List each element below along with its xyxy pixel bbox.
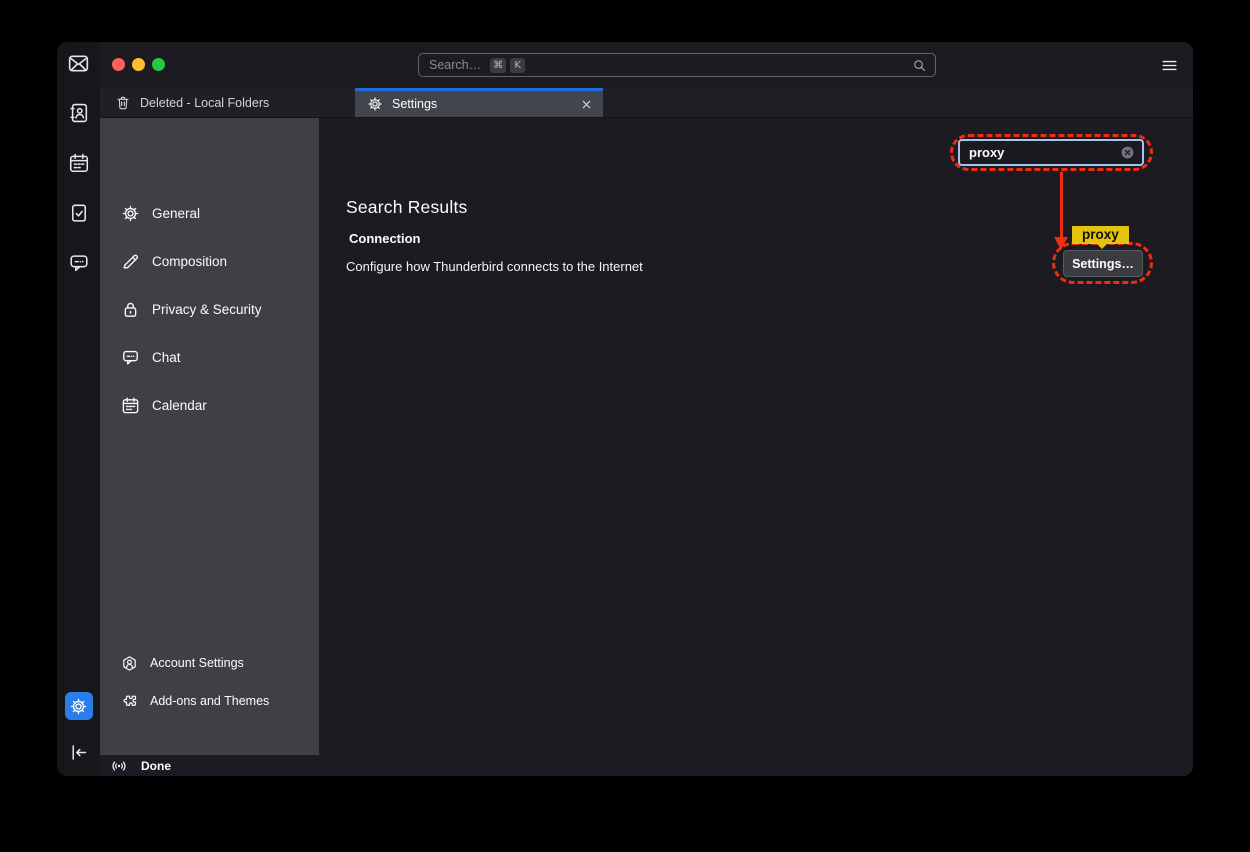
status-bar: Done: [100, 755, 1193, 776]
zoom-window-button[interactable]: [152, 58, 165, 71]
annotation-proxy-label: proxy: [1072, 226, 1129, 244]
sidebar-item-label: Composition: [152, 254, 227, 269]
mail-space-button[interactable]: [65, 49, 93, 77]
command-key-badge: ⌘: [490, 58, 506, 73]
hamburger-menu-icon: [1160, 56, 1179, 75]
settings-space-button[interactable]: [65, 692, 93, 720]
status-text: Done: [141, 759, 171, 773]
sidebar-item-privacy-security[interactable]: Privacy & Security: [100, 285, 319, 333]
sidebar-item-label: Account Settings: [150, 656, 244, 670]
sidebar-item-label: General: [152, 206, 200, 221]
sidebar-item-calendar[interactable]: Calendar: [100, 381, 319, 429]
search-icon: [912, 58, 927, 73]
sidebar-item-general[interactable]: General: [100, 189, 319, 237]
sidebar-spacer: [100, 429, 319, 644]
collapse-spaces-button[interactable]: [65, 738, 93, 766]
lock-icon: [121, 300, 140, 319]
titlebar: Search… ⌘ K: [100, 42, 1193, 88]
shortcut-keys: ⌘ K: [490, 58, 525, 73]
settings-sidebar: General Composition Privacy & Security C…: [100, 118, 319, 755]
k-key-badge: K: [510, 58, 525, 73]
sidebar-item-label: Privacy & Security: [152, 302, 262, 317]
minimize-window-button[interactable]: [132, 58, 145, 71]
chat-space-button[interactable]: [65, 249, 93, 277]
address-book-space-button[interactable]: [65, 99, 93, 127]
calendar-space-button[interactable]: [65, 149, 93, 177]
sidebar-item-label: Add-ons and Themes: [150, 694, 269, 708]
tab-deleted-local-folders[interactable]: Deleted - Local Folders: [100, 88, 355, 117]
calendar-icon: [121, 396, 140, 415]
close-window-button[interactable]: [112, 58, 125, 71]
gear-icon: [367, 96, 383, 112]
tab-bar: Deleted - Local Folders Settings: [100, 88, 1193, 118]
pencil-icon: [121, 252, 140, 271]
annotation-arrow-line: [1060, 172, 1063, 238]
tasks-icon: [68, 202, 90, 224]
account-icon: [121, 655, 138, 672]
tab-label: Deleted - Local Folders: [140, 96, 269, 110]
settings-gear-icon: [69, 697, 88, 716]
tab-settings[interactable]: Settings: [355, 88, 603, 117]
sidebar-item-account-settings[interactable]: Account Settings: [100, 644, 319, 682]
trash-icon: [115, 95, 131, 111]
calendar-icon: [68, 152, 90, 174]
puzzle-icon: [121, 693, 138, 710]
activity-icon: [110, 757, 128, 775]
close-tab-button[interactable]: [580, 98, 593, 111]
gear-icon: [121, 204, 140, 223]
close-icon: [580, 98, 593, 111]
sidebar-item-chat[interactable]: Chat: [100, 333, 319, 381]
collapse-sidebar-icon: [68, 742, 89, 763]
chat-icon: [121, 348, 140, 367]
window-controls: [112, 58, 165, 71]
sidebar-item-composition[interactable]: Composition: [100, 237, 319, 285]
sidebar-item-label: Calendar: [152, 398, 207, 413]
sidebar-padding: [100, 720, 319, 755]
desktop-background: Search… ⌘ K Deleted - Local Folders: [0, 0, 1250, 852]
global-search-placeholder: Search…: [429, 58, 481, 72]
global-search-input[interactable]: Search… ⌘ K: [418, 53, 936, 77]
address-book-icon: [68, 102, 90, 124]
chat-icon: [68, 252, 90, 274]
page-title: Search Results: [346, 197, 1193, 218]
app-menu-button[interactable]: [1160, 56, 1179, 75]
sidebar-item-label: Chat: [152, 350, 181, 365]
thunderbird-window: Search… ⌘ K Deleted - Local Folders: [57, 42, 1193, 776]
mail-icon: [67, 52, 90, 75]
sidebar-item-addons-themes[interactable]: Add-ons and Themes: [100, 682, 319, 720]
annotation-search-highlight: [950, 134, 1153, 171]
tasks-space-button[interactable]: [65, 199, 93, 227]
settings-body: General Composition Privacy & Security C…: [100, 118, 1193, 755]
tab-label: Settings: [392, 97, 437, 111]
spaces-toolbar: [57, 42, 100, 776]
